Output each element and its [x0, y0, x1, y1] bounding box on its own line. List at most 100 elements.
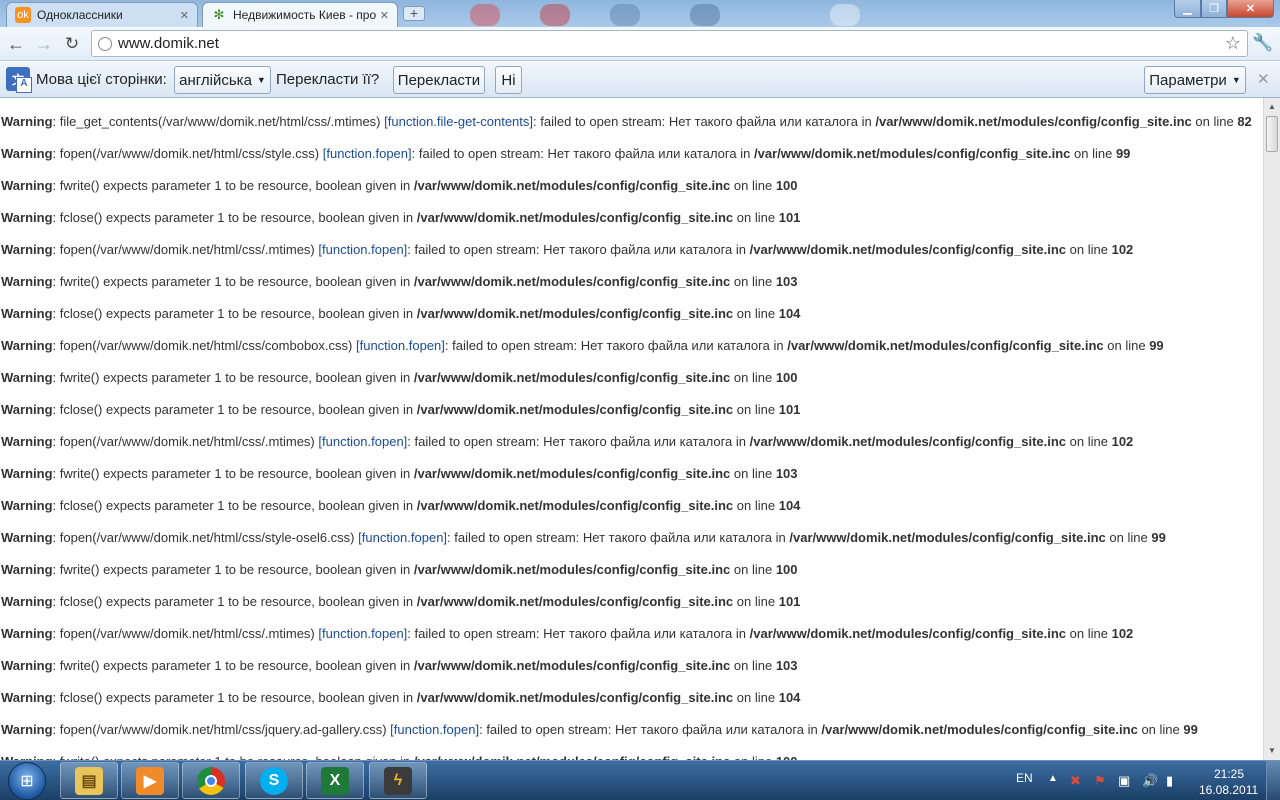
- warning-line: 99: [1183, 722, 1198, 737]
- address-bar[interactable]: www.domik.net ☆: [91, 30, 1248, 57]
- translate-button[interactable]: Перекласти: [393, 66, 485, 94]
- tray-app-icon[interactable]: ✖: [1070, 773, 1081, 789]
- warning-label: Warning: [1, 530, 53, 545]
- no-button[interactable]: Ні: [495, 66, 522, 94]
- url-text[interactable]: www.domik.net: [118, 35, 1225, 52]
- in-label: in: [403, 402, 414, 417]
- forward-button[interactable]: →: [32, 32, 56, 56]
- tab-close-icon[interactable]: ✕: [380, 9, 389, 22]
- warning-file: /var/www/domik.net/modules/config/config…: [749, 242, 1067, 257]
- function-doc-link[interactable]: [function.fopen]: [318, 242, 407, 257]
- on-line-label: on line: [736, 402, 776, 417]
- function-doc-link[interactable]: [function.fopen]: [318, 626, 407, 641]
- tray-flag-icon[interactable]: ⚑: [1094, 773, 1106, 789]
- page-content: Warning: file_get_contents(/var/www/domi…: [0, 98, 1263, 760]
- back-button[interactable]: ←: [4, 32, 28, 56]
- tab-odnoklassniki[interactable]: ok Одноклассники ✕: [6, 2, 198, 27]
- in-label: in: [403, 594, 414, 609]
- in-label: in: [807, 722, 818, 737]
- in-label: in: [403, 498, 414, 513]
- in-label: in: [403, 210, 414, 225]
- function-doc-link[interactable]: [function.fopen]: [358, 530, 447, 545]
- warning-label: Warning: [1, 242, 53, 257]
- tray-expand-icon[interactable]: ▲: [1048, 773, 1058, 784]
- warning-function: fclose() expects parameter 1 to be resou…: [59, 690, 400, 705]
- taskbar-explorer[interactable]: ▤: [60, 762, 118, 799]
- warning-line: 104: [778, 306, 801, 321]
- function-doc-link[interactable]: [function.fopen]: [356, 338, 445, 353]
- vertical-scrollbar[interactable]: ▲ ▼: [1263, 98, 1280, 760]
- close-infobar-icon[interactable]: ✕: [1257, 70, 1270, 88]
- on-line-label: on line: [1195, 114, 1234, 129]
- clock-time[interactable]: 21:25: [1214, 767, 1244, 781]
- taskbar-media-player[interactable]: ▶: [121, 762, 179, 799]
- warning-label: Warning: [1, 338, 53, 353]
- input-language[interactable]: EN: [1016, 771, 1033, 785]
- taskbar-excel[interactable]: X: [306, 762, 364, 799]
- warning-row: Warning: file_get_contents(/var/www/domi…: [1, 114, 1252, 129]
- in-label: in: [775, 530, 786, 545]
- warning-row: Warning: fwrite() expects parameter 1 to…: [1, 274, 798, 289]
- warning-label: Warning: [1, 690, 53, 705]
- taskbar-skype[interactable]: S: [245, 762, 303, 799]
- function-doc-link[interactable]: [function.fopen]: [318, 434, 407, 449]
- warning-label: Warning: [1, 210, 53, 225]
- options-button[interactable]: Параметри ▼: [1144, 66, 1246, 94]
- translate-question: Перекласти її?: [276, 71, 380, 88]
- minimize-button[interactable]: ▁: [1174, 0, 1201, 18]
- function-doc-link[interactable]: [function.fopen]: [390, 722, 479, 737]
- warning-line: 99: [1149, 338, 1164, 353]
- reload-button[interactable]: ↻: [60, 32, 84, 56]
- warning-line: 101: [778, 210, 801, 225]
- warning-line: 102: [1111, 626, 1134, 641]
- function-doc-link[interactable]: [function.fopen]: [323, 146, 412, 161]
- taskbar-winamp[interactable]: ϟ: [369, 762, 427, 799]
- show-desktop-button[interactable]: [1266, 761, 1280, 800]
- clock-date[interactable]: 16.08.2011: [1199, 783, 1258, 797]
- warning-row: Warning: fwrite() expects parameter 1 to…: [1, 562, 798, 577]
- bookmark-star-icon[interactable]: ☆: [1225, 33, 1241, 54]
- warning-message: failed to open stream: Нет такого файла …: [486, 722, 805, 737]
- in-label: in: [403, 690, 414, 705]
- taskbar-chrome[interactable]: [182, 762, 240, 799]
- maximize-button[interactable]: ❐: [1201, 0, 1227, 18]
- scroll-down-icon[interactable]: ▼: [1268, 746, 1276, 755]
- warning-line: 104: [778, 690, 801, 705]
- warning-row: Warning: fclose() expects parameter 1 to…: [1, 306, 801, 321]
- warning-file: /var/www/domik.net/modules/config/config…: [413, 178, 731, 193]
- in-label: in: [735, 434, 747, 449]
- on-line-label: on line: [733, 658, 773, 673]
- wrench-icon[interactable]: 🔧: [1252, 33, 1273, 53]
- scrollbar-thumb[interactable]: [1266, 116, 1278, 152]
- scroll-up-icon[interactable]: ▲: [1268, 102, 1276, 111]
- warning-file: /var/www/domik.net/modules/config/config…: [416, 498, 734, 513]
- function-doc-link[interactable]: [function.file-get-contents]: [384, 114, 533, 129]
- volume-icon[interactable]: 🔊: [1142, 773, 1158, 789]
- tab-close-icon[interactable]: ✕: [180, 9, 189, 22]
- in-label: in: [400, 466, 411, 481]
- translate-icon: 文: [6, 67, 32, 93]
- warning-label: Warning: [1, 114, 53, 129]
- explorer-icon: ▤: [75, 766, 103, 795]
- warning-file: /var/www/domik.net/modules/config/config…: [416, 690, 734, 705]
- warning-row: Warning: fclose() expects parameter 1 to…: [1, 498, 801, 513]
- network-icon[interactable]: ▮: [1166, 773, 1173, 789]
- warning-function: fwrite() expects parameter 1 to be resou…: [59, 274, 397, 289]
- language-value: англійська: [179, 71, 252, 89]
- warning-function: fclose() expects parameter 1 to be resou…: [59, 498, 400, 513]
- warning-label: Warning: [1, 370, 53, 385]
- new-tab-button[interactable]: +: [403, 6, 425, 21]
- warning-file: /var/www/domik.net/modules/config/config…: [789, 530, 1106, 545]
- tab-domik[interactable]: ✻ Недвижимость Киев - про ✕: [202, 2, 398, 27]
- warning-file: /var/www/domik.net/modules/config/config…: [787, 338, 1104, 353]
- warning-file: /var/www/domik.net/modules/config/config…: [413, 466, 731, 481]
- start-button[interactable]: ⊞: [8, 762, 46, 800]
- warning-file: /var/www/domik.net/modules/config/config…: [821, 722, 1138, 737]
- warning-label: Warning: [1, 274, 53, 289]
- on-line-label: on line: [736, 498, 776, 513]
- arrow-left-icon: ←: [7, 33, 25, 54]
- language-select[interactable]: англійська ▼: [174, 66, 271, 94]
- close-window-button[interactable]: ✕: [1227, 0, 1274, 18]
- in-label: in: [403, 306, 414, 321]
- tray-device-icon[interactable]: ▣: [1118, 773, 1130, 789]
